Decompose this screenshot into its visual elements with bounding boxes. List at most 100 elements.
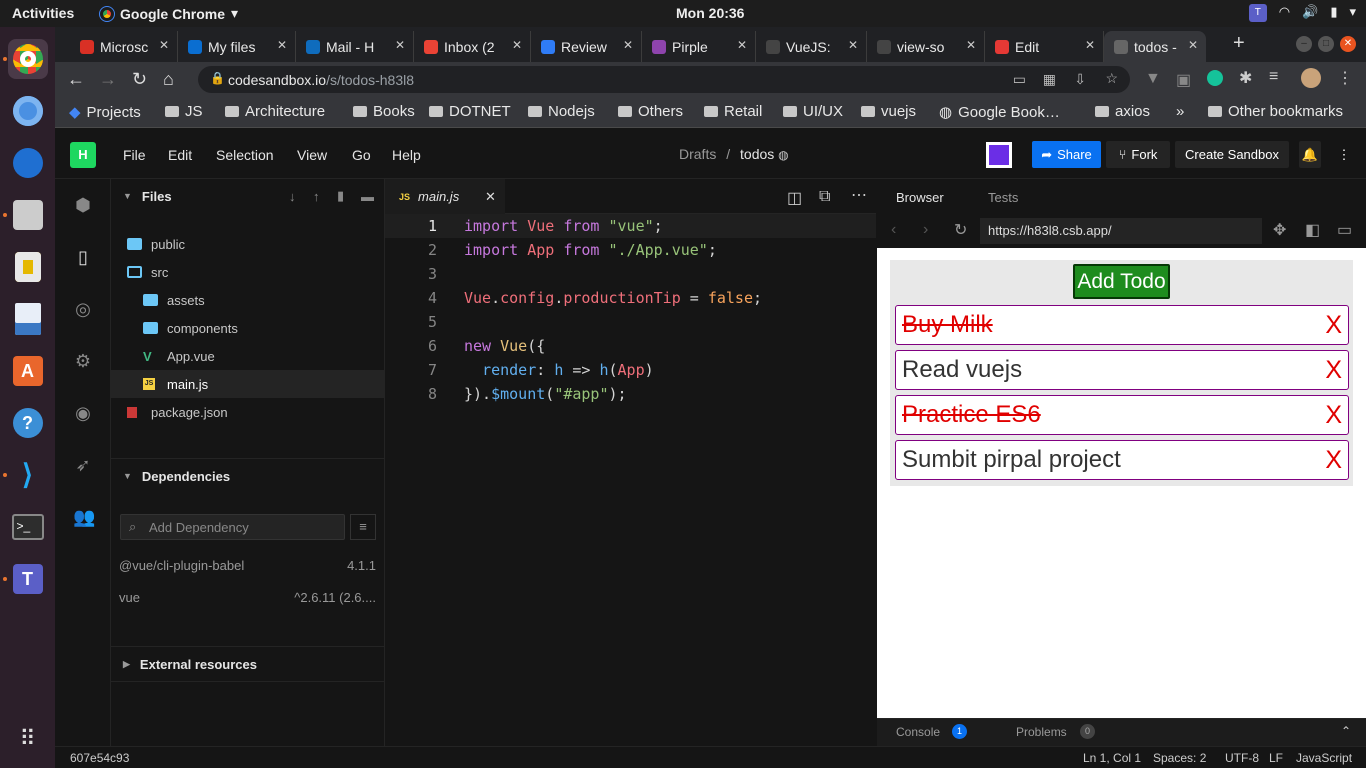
refresh-icon[interactable]: ↻ xyxy=(954,220,967,240)
bookmark-item[interactable]: » xyxy=(1176,103,1184,120)
sandbox-name[interactable]: todos xyxy=(740,146,774,162)
responsive-icon[interactable]: ✥ xyxy=(1273,220,1286,240)
files-dock-icon[interactable] xyxy=(2,195,48,235)
cast-icon[interactable]: ▭ xyxy=(1013,71,1026,88)
browser-tab[interactable]: Inbox (2 ✕ xyxy=(414,31,531,62)
browser-tab[interactable]: My files ✕ xyxy=(178,31,296,62)
extensions-puzzle-icon[interactable]: ✱ xyxy=(1239,68,1252,88)
system-tray[interactable]: T ◠ 🔊 ▮ ▾ xyxy=(1248,4,1356,22)
battery-icon[interactable]: ▮ xyxy=(1330,4,1337,22)
cursor-position[interactable]: Ln 1, Col 1 xyxy=(1083,751,1141,765)
home-button[interactable]: ⌂ xyxy=(163,69,174,90)
menu-view[interactable]: View xyxy=(297,147,327,163)
new-file-icon[interactable]: ▮ xyxy=(337,188,344,204)
todo-item[interactable]: Read vuejs X xyxy=(895,350,1349,390)
help-dock-icon[interactable]: ? xyxy=(8,403,48,443)
indentation[interactable]: Spaces: 2 xyxy=(1153,751,1206,765)
chevron-up-icon[interactable]: ⌃ xyxy=(1341,724,1351,738)
power-menu-icon[interactable]: ▾ xyxy=(1349,4,1356,22)
menu-selection[interactable]: Selection xyxy=(216,147,274,163)
grammarly-icon[interactable] xyxy=(1207,70,1223,86)
bookmark-item[interactable]: DOTNET xyxy=(429,103,511,120)
search-icon[interactable]: ◎ xyxy=(73,299,93,319)
address-bar[interactable]: 🔒 codesandbox.io/s/todos-h83l8 ▭ ▦ ⇩ ☆ xyxy=(198,66,1130,93)
close-icon[interactable]: ✕ xyxy=(966,38,976,52)
qr-code-icon[interactable]: ▦ xyxy=(1043,71,1056,88)
add-todo-button[interactable]: Add Todo xyxy=(1073,264,1170,299)
extension-icon[interactable]: ▣ xyxy=(1176,70,1191,90)
media-control-icon[interactable]: ≡ xyxy=(1269,68,1278,86)
browser-tab[interactable]: Mail - H ✕ xyxy=(296,31,414,62)
vue-devtools-icon[interactable]: ▼ xyxy=(1145,70,1161,88)
code-line[interactable]: 3 xyxy=(385,262,876,286)
chrome-dock-icon[interactable] xyxy=(2,39,48,79)
close-window-button[interactable]: ✕ xyxy=(1340,36,1356,52)
star-icon[interactable]: ☆ xyxy=(1105,70,1118,87)
browser-tab[interactable]: VueJS: ✕ xyxy=(756,31,867,62)
bookmark-item[interactable]: Other bookmarks xyxy=(1208,103,1343,120)
tab-main-js[interactable]: JS main.js ✕ xyxy=(385,179,505,214)
sort-up-icon[interactable]: ↑ xyxy=(313,189,320,204)
code-line[interactable]: 2 import App from "./App.vue"; xyxy=(385,238,876,262)
chromium-dock-icon[interactable] xyxy=(8,91,48,131)
codesandbox-logo[interactable]: H xyxy=(70,142,96,168)
vscode-dock-icon[interactable]: ⟩ xyxy=(2,455,48,495)
rhythmbox-dock-icon[interactable] xyxy=(8,247,48,287)
thunderbird-dock-icon[interactable] xyxy=(8,143,48,183)
menu-edit[interactable]: Edit xyxy=(168,147,192,163)
maximize-button[interactable]: □ xyxy=(1318,36,1334,52)
close-icon[interactable]: ✕ xyxy=(512,38,522,52)
preview-window-icon[interactable]: ⧉ xyxy=(819,188,830,206)
encoding[interactable]: UTF-8 xyxy=(1225,751,1259,765)
bookmark-item[interactable]: Books xyxy=(353,103,415,120)
avatar[interactable] xyxy=(986,142,1012,168)
browser-tab[interactable]: todos - ✕ xyxy=(1104,31,1206,62)
code-line[interactable]: 8}).$mount("#app"); xyxy=(385,382,876,406)
back-icon[interactable]: ‹ xyxy=(891,221,896,239)
delete-todo-button[interactable]: X xyxy=(1325,441,1342,479)
kebab-menu-icon[interactable]: ⋮ xyxy=(1337,68,1353,88)
delete-todo-button[interactable]: X xyxy=(1325,396,1342,434)
problems-tab[interactable]: Problems xyxy=(1016,725,1067,739)
close-icon[interactable]: ✕ xyxy=(737,38,747,52)
breadcrumb-drafts[interactable]: Drafts xyxy=(679,146,716,162)
more-icon[interactable]: ⋯ xyxy=(851,185,867,205)
rocket-icon[interactable]: ➶ xyxy=(73,455,93,475)
preview-url-input[interactable]: https://h83l8.csb.app/ xyxy=(980,218,1262,244)
writer-dock-icon[interactable] xyxy=(8,299,48,339)
browser-tab[interactable]: Microsc ✕ xyxy=(70,31,178,62)
browser-tab[interactable]: Pirple ✕ xyxy=(642,31,756,62)
dependency-list-button[interactable]: ≡ xyxy=(350,514,376,540)
tab-tests[interactable]: Tests xyxy=(988,190,1018,205)
bookmark-item[interactable]: axios xyxy=(1095,103,1150,120)
close-icon[interactable]: ✕ xyxy=(395,38,405,52)
forward-icon[interactable]: › xyxy=(923,221,928,239)
more-menu-button[interactable]: ⋮ xyxy=(1333,141,1355,168)
file-tree-item[interactable]: JS main.js xyxy=(111,370,385,398)
file-tree-item[interactable]: public xyxy=(111,230,385,258)
minimize-button[interactable]: – xyxy=(1296,36,1312,52)
menu-go[interactable]: Go xyxy=(352,147,371,163)
close-icon[interactable]: ✕ xyxy=(623,38,633,52)
code-line[interactable]: 4 Vue.config.productionTip = false; xyxy=(385,286,876,310)
file-tree-item[interactable]: components xyxy=(111,314,385,342)
github-icon[interactable]: ◉ xyxy=(73,403,93,423)
teams-dock-icon[interactable]: T xyxy=(2,559,48,599)
tab-browser[interactable]: Browser xyxy=(896,190,944,205)
todo-item[interactable]: Sumbit pirpal project X xyxy=(895,440,1349,480)
users-icon[interactable]: 👥 xyxy=(73,507,95,527)
line-endings[interactable]: LF xyxy=(1269,751,1283,765)
notifications-button[interactable]: 🔔 xyxy=(1299,141,1321,168)
gear-icon[interactable]: ⚙ xyxy=(73,351,93,371)
bookmark-item[interactable]: Architecture xyxy=(225,103,325,120)
bookmark-item[interactable]: vuejs xyxy=(861,103,916,120)
code-line[interactable]: 1 import Vue from "vue"; xyxy=(385,214,876,238)
show-apps-button[interactable]: ⠿ xyxy=(8,719,48,759)
teams-tray-icon[interactable]: T xyxy=(1248,4,1267,22)
close-icon[interactable]: ✕ xyxy=(1188,38,1198,52)
file-tree-item[interactable]: assets xyxy=(111,286,385,314)
file-tree-item[interactable]: V App.vue xyxy=(111,342,385,370)
file-tree-item[interactable]: package.json xyxy=(111,398,385,426)
add-dependency-input[interactable]: ⌕ Add Dependency xyxy=(120,514,345,540)
browser-tab[interactable]: Edit ✕ xyxy=(985,31,1104,62)
